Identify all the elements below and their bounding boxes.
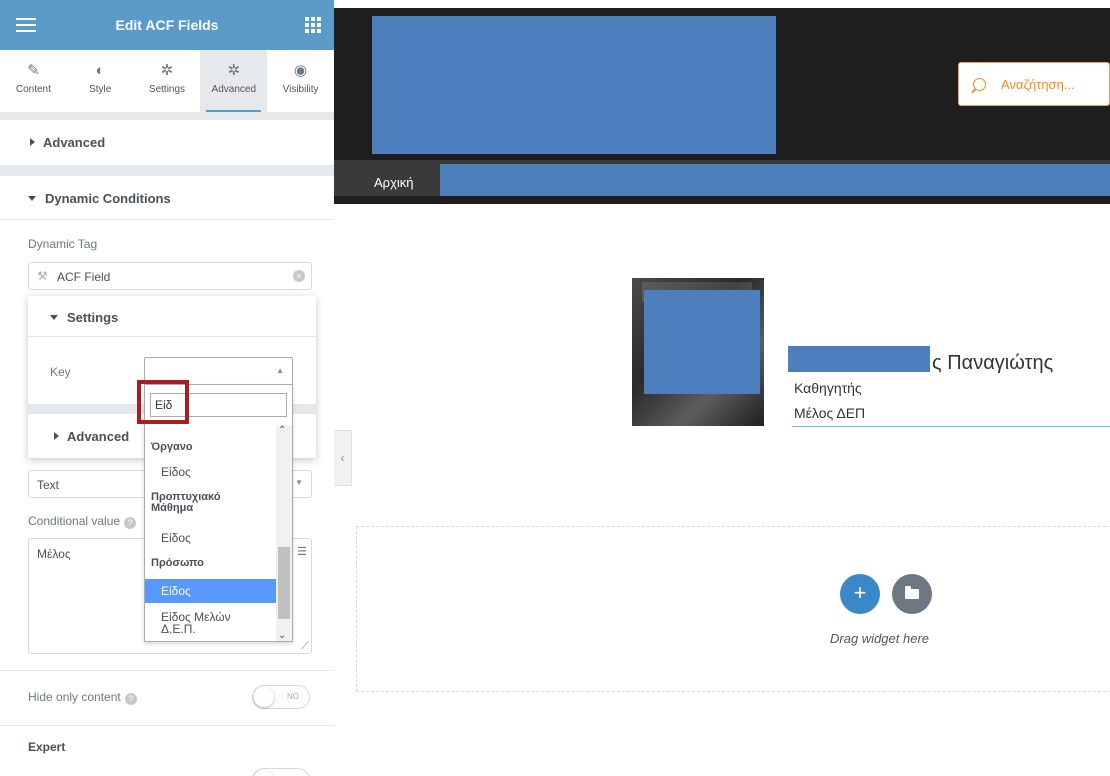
panel-tabs: ✎ Content ◐ Style ✲ Settings ✲ Advanced … <box>0 50 334 112</box>
dynamic-tag-value: ACF Field <box>57 270 111 284</box>
dynamic-tags-icon[interactable]: ☰ <box>297 545 307 558</box>
expert-toggle[interactable] <box>252 768 310 776</box>
section-separator <box>0 166 334 176</box>
toggle-knob <box>254 687 274 707</box>
conditional-value-label: Conditional value? <box>28 514 137 529</box>
option[interactable]: Είδος <box>145 466 277 478</box>
section-label: Advanced <box>67 429 130 444</box>
redacted-nav <box>440 164 1110 196</box>
panel-collapse-icon[interactable]: ‹ <box>334 430 352 486</box>
person-role: Μέλος ΔΕΠ <box>794 405 866 421</box>
pencil-icon: ✎ <box>27 62 40 79</box>
gear-icon: ✲ <box>227 62 241 79</box>
tab-visibility[interactable]: ◉ Visibility <box>267 50 334 112</box>
option-group: Πρόσωπο <box>151 557 204 569</box>
widget-drop-area[interactable] <box>356 526 1110 692</box>
tab-advanced[interactable]: ✲ Advanced <box>200 50 268 112</box>
dynamic-tag-label: Dynamic Tag <box>28 237 98 251</box>
tab-label: Style <box>89 84 112 95</box>
help-icon[interactable]: ? <box>124 517 137 529</box>
hide-only-content-label: Hide only content? <box>28 690 137 705</box>
divider <box>0 670 334 671</box>
search-placeholder: Αναζήτηση... <box>1001 77 1075 92</box>
tab-content[interactable]: ✎ Content <box>0 50 67 112</box>
widgets-grid-icon[interactable] <box>305 17 321 33</box>
hide-only-content-text: Hide only content <box>28 690 121 704</box>
section-label: Advanced <box>43 135 106 150</box>
redacted-logo <box>372 16 776 154</box>
site-search[interactable]: Αναζήτηση... <box>958 62 1110 106</box>
scrollbar-thumb[interactable] <box>278 547 290 619</box>
nav-home-link[interactable]: Αρχική <box>374 175 414 190</box>
tabs-divider <box>0 112 334 120</box>
highlight-annotation <box>137 380 189 424</box>
redacted-surname <box>788 346 930 372</box>
tab-label: Visibility <box>282 84 319 95</box>
option[interactable]: Είδος <box>145 532 277 544</box>
wrench-icon: ⚒ <box>37 269 48 283</box>
gear-icon: ✲ <box>160 62 174 79</box>
expert-heading: Expert <box>28 740 66 754</box>
folder-icon <box>905 586 919 599</box>
section-label: Dynamic Conditions <box>45 191 171 206</box>
caret-right-icon <box>30 138 35 146</box>
tab-label: Advanced <box>211 84 257 95</box>
option-group: Όργανο <box>151 441 193 453</box>
add-section-button[interactable]: + <box>840 574 880 614</box>
section-label: Settings <box>67 310 119 325</box>
option[interactable]: Είδος Μελών Δ.Ε.Π. <box>145 611 255 635</box>
template-library-button[interactable] <box>892 574 932 614</box>
dropdown-scrollbar[interactable]: ⌃ ⌄ <box>276 425 292 641</box>
conditional-value-text: Conditional value <box>28 514 121 528</box>
section-advanced-title[interactable]: Advanced <box>30 135 105 150</box>
chevron-up-icon: ▲ <box>276 366 284 375</box>
redacted-photo <box>644 290 760 394</box>
clear-tag-icon[interactable]: × <box>293 270 305 282</box>
toggle-text: NO <box>287 692 299 701</box>
condition-select-value: Text <box>37 478 60 492</box>
person-title: Καθηγητής <box>794 380 862 396</box>
tab-label: Content <box>15 84 51 95</box>
resize-handle-icon[interactable]: ⟋ <box>301 640 309 653</box>
drag-widget-hint: Drag widget here <box>830 631 929 646</box>
section-dynamic-conditions-title[interactable]: Dynamic Conditions <box>28 191 171 206</box>
tab-label: Settings <box>148 84 186 95</box>
divider <box>28 336 316 337</box>
person-underline <box>792 426 1110 427</box>
help-icon[interactable]: ? <box>124 693 137 705</box>
key-label: Key <box>50 365 71 379</box>
tab-settings[interactable]: ✲ Settings <box>134 50 201 112</box>
scroll-down-icon[interactable]: ⌄ <box>278 630 286 641</box>
option-selected[interactable]: Είδος <box>145 579 277 603</box>
caret-right-icon <box>54 432 59 440</box>
option-group: Προπτυχιακό Μάθημα <box>151 491 221 514</box>
caret-down-icon <box>28 196 36 201</box>
panel-header: Edit ACF Fields <box>0 0 334 50</box>
toggle-knob <box>254 770 274 776</box>
conditional-value: Μέλος <box>37 547 71 561</box>
key-options-list: Όργανο Είδος Προπτυχιακό Μάθημα Είδος Πρ… <box>145 425 277 641</box>
caret-down-icon <box>50 315 58 320</box>
popover-advanced-title[interactable]: Advanced <box>54 429 129 444</box>
eye-icon: ◉ <box>294 62 308 79</box>
hide-only-content-toggle[interactable]: NO <box>252 685 310 709</box>
section-advanced[interactable]: Advanced <box>0 120 334 166</box>
search-icon-handle <box>971 88 976 94</box>
person-name: ς Παναγιώτης <box>932 352 1054 374</box>
divider <box>0 725 334 726</box>
editor-panel: Edit ACF Fields ✎ Content ◐ Style ✲ Sett… <box>0 0 334 776</box>
chevron-down-icon: ▼ <box>295 478 303 487</box>
tab-style[interactable]: ◐ Style <box>67 50 134 112</box>
section-dynamic-conditions[interactable]: Dynamic Conditions <box>0 176 334 220</box>
top-strip <box>334 0 1110 8</box>
half-circle-icon: ◐ <box>95 62 105 79</box>
scroll-up-icon[interactable]: ⌃ <box>278 425 286 436</box>
dynamic-tag-field[interactable]: ⚒ ACF Field × <box>28 262 312 290</box>
popover-settings-title[interactable]: Settings <box>50 310 118 325</box>
screen: Edit ACF Fields ✎ Content ◐ Style ✲ Sett… <box>0 0 1110 776</box>
nav-bottom-strip <box>334 196 1110 204</box>
panel-title: Edit ACF Fields <box>115 17 219 33</box>
